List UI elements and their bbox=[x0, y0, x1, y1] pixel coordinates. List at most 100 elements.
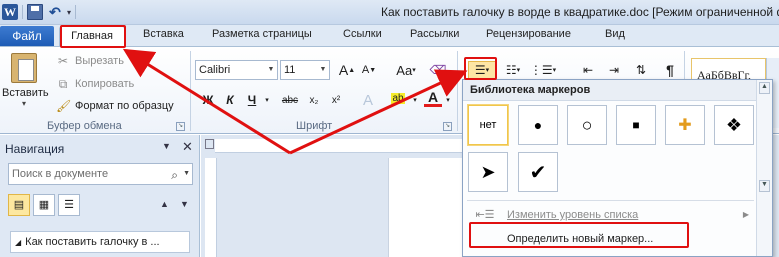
format-painter-label: Формат по образцу bbox=[75, 100, 174, 112]
bullet-square-option[interactable]: ■ bbox=[616, 105, 656, 145]
bullet-hollow-circle-option[interactable]: ○ bbox=[567, 105, 607, 145]
font-color-dropdown-icon[interactable]: ▾ bbox=[443, 91, 453, 109]
horizontal-ruler[interactable] bbox=[215, 139, 465, 153]
bullet-none-option[interactable]: нет bbox=[467, 104, 509, 146]
four-color-cross-icon: ✚ bbox=[678, 117, 692, 134]
bullet-filled-circle-option[interactable]: ● bbox=[518, 105, 558, 145]
undo-dropdown-icon[interactable]: ▾ bbox=[67, 8, 71, 17]
pages-view-icon[interactable]: ▦ bbox=[33, 194, 55, 216]
show-marks-button[interactable]: ¶ bbox=[660, 61, 680, 79]
multilevel-list-button[interactable]: ⋮☰ ▾ bbox=[530, 61, 556, 79]
bold-button[interactable]: Ж bbox=[199, 91, 217, 109]
title-bar: W ↶ ▾ Как поставить галочку в ворде в кв… bbox=[0, 0, 779, 25]
tab-references[interactable]: Ссылки bbox=[343, 28, 382, 40]
bullet-library-scrollbar[interactable]: ▲ ▼ bbox=[756, 80, 772, 256]
font-size-value: 11 bbox=[284, 64, 296, 76]
search-placeholder: Поиск в документе bbox=[12, 168, 109, 180]
highlight-button[interactable]: ab bbox=[387, 89, 409, 107]
font-dialog-launcher[interactable]: ↘ bbox=[443, 122, 452, 131]
tab-view[interactable]: Вид bbox=[605, 28, 625, 40]
sort-icon: ⇅ bbox=[635, 63, 647, 77]
search-icon[interactable]: ⌕ bbox=[171, 165, 178, 185]
bullets-button-highlight bbox=[464, 57, 497, 80]
text-effects-button[interactable]: A bbox=[357, 91, 379, 109]
chevron-down-icon[interactable]: ▼ bbox=[183, 164, 190, 184]
multilevel-list-icon: ⋮☰ bbox=[529, 63, 553, 77]
results-view-icon[interactable]: ☰ bbox=[58, 194, 80, 216]
subscript-button[interactable]: x₂ bbox=[305, 91, 323, 109]
tab-review[interactable]: Рецензирование bbox=[486, 28, 571, 40]
font-color-icon: A bbox=[427, 88, 439, 105]
change-case-icon: Aa bbox=[396, 62, 413, 78]
font-size-select[interactable]: 11 ▼ bbox=[280, 60, 330, 80]
font-name-select[interactable]: Calibri ▼ bbox=[195, 60, 278, 80]
square-icon: ■ bbox=[632, 118, 640, 132]
document-page[interactable] bbox=[388, 158, 468, 257]
menu-divider bbox=[467, 200, 754, 201]
change-case-button[interactable]: Aa ▾ bbox=[392, 61, 420, 79]
cut-label: Вырезать bbox=[75, 55, 124, 67]
underline-button[interactable]: Ч bbox=[243, 91, 261, 109]
superscript-button[interactable]: x² bbox=[327, 91, 345, 109]
scroll-up-icon[interactable]: ▲ bbox=[759, 82, 770, 94]
copy-button[interactable]: ⧉ Копировать bbox=[56, 75, 135, 93]
italic-button[interactable]: К bbox=[221, 91, 239, 109]
font-color-button[interactable]: A bbox=[424, 89, 442, 107]
home-tab-highlight bbox=[60, 25, 126, 48]
copy-label: Копировать bbox=[75, 78, 135, 90]
grow-font-icon: A bbox=[338, 62, 349, 78]
bullet-diamond-option[interactable]: ❖ bbox=[714, 105, 754, 145]
checkmark-icon: ✔ bbox=[529, 161, 547, 184]
expand-icon: ◢ bbox=[15, 238, 22, 247]
diamond-cluster-icon: ❖ bbox=[725, 114, 743, 135]
tab-selector-icon[interactable] bbox=[205, 139, 214, 149]
nav-heading-item[interactable]: ◢ Как поставить галочку в ... bbox=[10, 231, 190, 253]
numbering-button[interactable]: ☷ ▾ bbox=[500, 61, 526, 79]
bullet-arrowhead-option[interactable]: ➤ bbox=[468, 152, 508, 192]
tab-file[interactable]: Файл bbox=[0, 26, 54, 47]
bullet-checkmark-option[interactable]: ✔ bbox=[518, 152, 558, 192]
save-icon[interactable] bbox=[27, 4, 43, 20]
group-divider bbox=[457, 51, 458, 131]
pane-options-icon[interactable]: ▼ bbox=[162, 141, 171, 151]
bullet-cross-option[interactable]: ✚ bbox=[665, 105, 705, 145]
clipboard-dialog-launcher[interactable]: ↘ bbox=[176, 122, 185, 131]
close-icon[interactable]: ✕ bbox=[182, 139, 193, 155]
paste-button[interactable]: Вставить ▾ bbox=[2, 53, 49, 115]
clear-formatting-button[interactable]: ⌫ bbox=[428, 61, 448, 79]
nav-heading-label: Как поставить галочку в ... bbox=[25, 236, 160, 248]
headings-view-icon[interactable]: ▤ bbox=[8, 194, 30, 216]
clipboard-icon bbox=[11, 53, 37, 83]
highlight-dropdown-icon[interactable]: ▾ bbox=[410, 91, 420, 109]
tab-insert[interactable]: Вставка bbox=[143, 28, 184, 40]
shrink-font-icon: A bbox=[361, 64, 370, 76]
bullet-library-header: Библиотека маркеров bbox=[463, 80, 772, 101]
previous-heading-icon[interactable]: ▲ bbox=[160, 199, 169, 209]
nav-view-tabs: ▤ ▦ ☰ bbox=[8, 194, 80, 216]
chevron-down-icon: ▼ bbox=[267, 66, 275, 73]
shrink-font-button[interactable]: A ▼ bbox=[359, 61, 379, 79]
decrease-indent-button[interactable]: ⇤ bbox=[578, 61, 598, 79]
underline-dropdown-icon[interactable]: ▾ bbox=[262, 91, 272, 109]
tab-page-layout[interactable]: Разметка страницы bbox=[212, 28, 312, 40]
paste-dropdown-icon[interactable]: ▾ bbox=[2, 99, 46, 108]
grow-font-button[interactable]: A ▲ bbox=[337, 61, 357, 79]
tab-mailings[interactable]: Рассылки bbox=[410, 28, 459, 40]
undo-icon[interactable]: ↶ bbox=[47, 4, 63, 20]
paste-label: Вставить bbox=[2, 87, 49, 99]
hollow-circle-icon: ○ bbox=[581, 114, 593, 135]
next-heading-icon[interactable]: ▼ bbox=[180, 199, 189, 209]
increase-indent-button[interactable]: ⇥ bbox=[604, 61, 624, 79]
strikethrough-button[interactable]: abc bbox=[279, 91, 301, 109]
sort-button[interactable]: ⇅ bbox=[631, 61, 651, 79]
define-new-bullet-highlight bbox=[469, 222, 689, 248]
quick-access-toolbar: W ↶ ▾ bbox=[2, 3, 77, 21]
word-app-icon[interactable]: W bbox=[2, 4, 18, 20]
format-painter-button[interactable]: 🖌 Формат по образцу bbox=[56, 97, 174, 115]
brush-icon: 🖌 bbox=[56, 99, 72, 113]
search-input[interactable]: Поиск в документе ⌕ ▼ bbox=[8, 163, 193, 185]
highlighter-icon: ab bbox=[391, 92, 405, 104]
scissors-icon: ✂ bbox=[57, 54, 69, 68]
cut-button[interactable]: ✂ Вырезать bbox=[56, 52, 124, 70]
scroll-down-icon[interactable]: ▼ bbox=[759, 180, 770, 192]
